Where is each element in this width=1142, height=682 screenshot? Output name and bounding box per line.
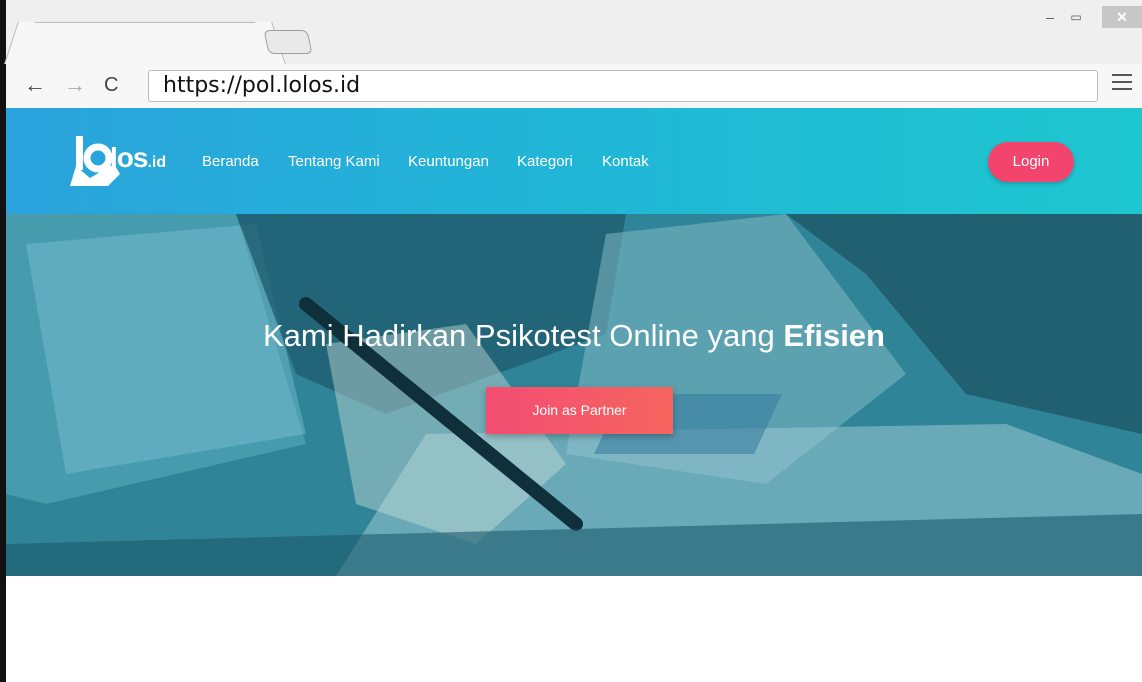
browser-window: – ▭ ✕ ← → C https://pol.lolos.id los.id bbox=[6, 0, 1142, 682]
nav-kategori[interactable]: Kategori bbox=[517, 153, 573, 170]
back-icon[interactable]: ← bbox=[24, 74, 46, 96]
site-logo[interactable]: los.id bbox=[70, 134, 180, 188]
hero-title: Kami Hadirkan Psikotest Online yang Efis… bbox=[262, 318, 885, 353]
close-icon[interactable]: ✕ bbox=[1102, 6, 1142, 28]
login-button[interactable]: Login bbox=[988, 142, 1074, 182]
nav-keuntungan[interactable]: Keuntungan bbox=[408, 153, 489, 170]
minimize-icon[interactable]: – bbox=[1040, 6, 1060, 28]
new-tab-button[interactable] bbox=[263, 30, 313, 54]
menu-icon[interactable] bbox=[1112, 74, 1132, 94]
browser-toolbar: ← → C https://pol.lolos.id bbox=[6, 64, 1142, 108]
nav-beranda[interactable]: Beranda bbox=[202, 153, 259, 170]
address-bar[interactable]: https://pol.lolos.id bbox=[148, 70, 1098, 102]
nav-kontak[interactable]: Kontak bbox=[602, 153, 649, 170]
hero-section: Kami Hadirkan Psikotest Online yang Efis… bbox=[6, 214, 1142, 576]
website: los.id Beranda Tentang Kami Keuntungan K… bbox=[6, 108, 1142, 682]
nav-tentang-kami[interactable]: Tentang Kami bbox=[288, 153, 380, 170]
reload-icon[interactable]: C bbox=[104, 74, 118, 96]
join-as-partner-button[interactable]: Join as Partner bbox=[486, 387, 673, 434]
site-navbar: los.id Beranda Tentang Kami Keuntungan K… bbox=[6, 108, 1142, 214]
browser-tab[interactable] bbox=[20, 22, 270, 64]
logo-text: los.id bbox=[110, 142, 167, 173]
forward-icon[interactable]: → bbox=[64, 74, 86, 96]
browser-chrome: – ▭ ✕ ← → C https://pol.lolos.id bbox=[6, 0, 1142, 108]
maximize-icon[interactable]: ▭ bbox=[1066, 6, 1086, 28]
